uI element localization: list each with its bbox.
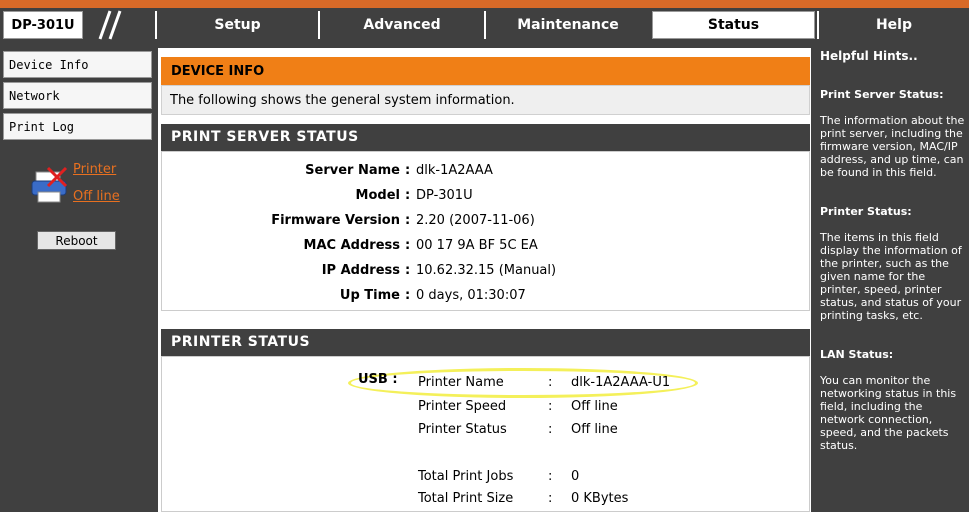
colon: : bbox=[405, 213, 411, 228]
device-info-title: DEVICE INFO bbox=[161, 57, 810, 85]
sidebar-item-device-info[interactable]: Device Info bbox=[3, 51, 152, 78]
reboot-button[interactable]: Reboot bbox=[37, 231, 116, 250]
mac-address-label: MAC Address bbox=[303, 238, 400, 253]
offline-link[interactable]: Off line bbox=[73, 189, 120, 204]
tab-setup[interactable]: Setup bbox=[155, 11, 318, 39]
hint-print-server-status: Print Server Status: The information abo… bbox=[820, 75, 969, 179]
firmware-version-value: 2.20 (2007-11-06) bbox=[416, 213, 535, 228]
hint-body: You can monitor the networking status in… bbox=[820, 374, 957, 452]
tab-status[interactable]: Status bbox=[652, 11, 815, 39]
printer-name-value: dlk-1A2AAA-U1 bbox=[571, 375, 671, 390]
server-name-label: Server Name bbox=[305, 163, 400, 178]
tab-advanced[interactable]: Advanced bbox=[318, 11, 484, 39]
hint-heading: Printer Status: bbox=[820, 205, 912, 218]
hint-lan-status: LAN Status: You can monitor the networki… bbox=[820, 335, 969, 452]
total-print-jobs-value: 0 bbox=[571, 469, 580, 484]
hint-body: The information about the print server, … bbox=[820, 114, 965, 179]
server-name-value: dlk-1A2AAA bbox=[416, 163, 493, 178]
colon: : bbox=[405, 238, 411, 253]
printer-offline-icon bbox=[31, 166, 68, 203]
tab-help[interactable]: Help bbox=[817, 11, 969, 39]
hint-heading: Print Server Status: bbox=[820, 88, 944, 101]
brand-logo: DP-301U bbox=[3, 11, 83, 39]
device-info-description: The following shows the general system i… bbox=[161, 85, 810, 115]
colon: : bbox=[548, 422, 553, 437]
top-accent-strip bbox=[0, 0, 969, 8]
hints-title: Helpful Hints.. bbox=[820, 49, 918, 63]
sidebar-item-print-log[interactable]: Print Log bbox=[3, 113, 152, 140]
printer-status-value: Off line bbox=[571, 422, 618, 437]
up-time-label: Up Time bbox=[339, 288, 400, 303]
colon: : bbox=[548, 399, 553, 414]
total-print-size-label: Total Print Size bbox=[418, 491, 514, 506]
colon: : bbox=[548, 469, 553, 484]
up-time-value: 0 days, 01:30:07 bbox=[416, 288, 526, 303]
sidebar-item-network[interactable]: Network bbox=[3, 82, 152, 109]
printer-speed-label: Printer Speed bbox=[418, 399, 507, 414]
usb-label: USB : bbox=[358, 372, 398, 387]
printer-status-header: PRINTER STATUS bbox=[161, 329, 810, 356]
printer-name-label: Printer Name bbox=[418, 375, 504, 390]
colon: : bbox=[405, 163, 411, 178]
mac-address-value: 00 17 9A BF 5C EA bbox=[416, 238, 538, 253]
hint-heading: LAN Status: bbox=[820, 348, 894, 361]
brand-slash-icon bbox=[98, 10, 122, 40]
total-print-jobs-label: Total Print Jobs bbox=[418, 469, 514, 484]
total-print-size-value: 0 KBytes bbox=[571, 491, 629, 506]
ip-address-label: IP Address bbox=[321, 263, 400, 278]
model-value: DP-301U bbox=[416, 188, 473, 203]
helpful-hints: Helpful Hints.. Print Server Status: The… bbox=[820, 50, 969, 465]
printer-speed-value: Off line bbox=[571, 399, 618, 414]
printer-status-label: Printer Status bbox=[418, 422, 507, 437]
colon: : bbox=[405, 188, 411, 203]
firmware-version-label: Firmware Version bbox=[271, 213, 400, 228]
ip-address-value: 10.62.32.15 (Manual) bbox=[416, 263, 557, 278]
model-label: Model bbox=[355, 188, 400, 203]
hint-body: The items in this field display the info… bbox=[820, 231, 962, 322]
hint-printer-status: Printer Status: The items in this field … bbox=[820, 192, 969, 322]
colon: : bbox=[548, 491, 553, 506]
colon: : bbox=[548, 375, 553, 390]
printer-link[interactable]: Printer bbox=[73, 162, 116, 177]
colon: : bbox=[405, 263, 411, 278]
colon: : bbox=[405, 288, 411, 303]
print-server-status-header: PRINT SERVER STATUS bbox=[161, 124, 810, 151]
tab-maintenance[interactable]: Maintenance bbox=[484, 11, 650, 39]
